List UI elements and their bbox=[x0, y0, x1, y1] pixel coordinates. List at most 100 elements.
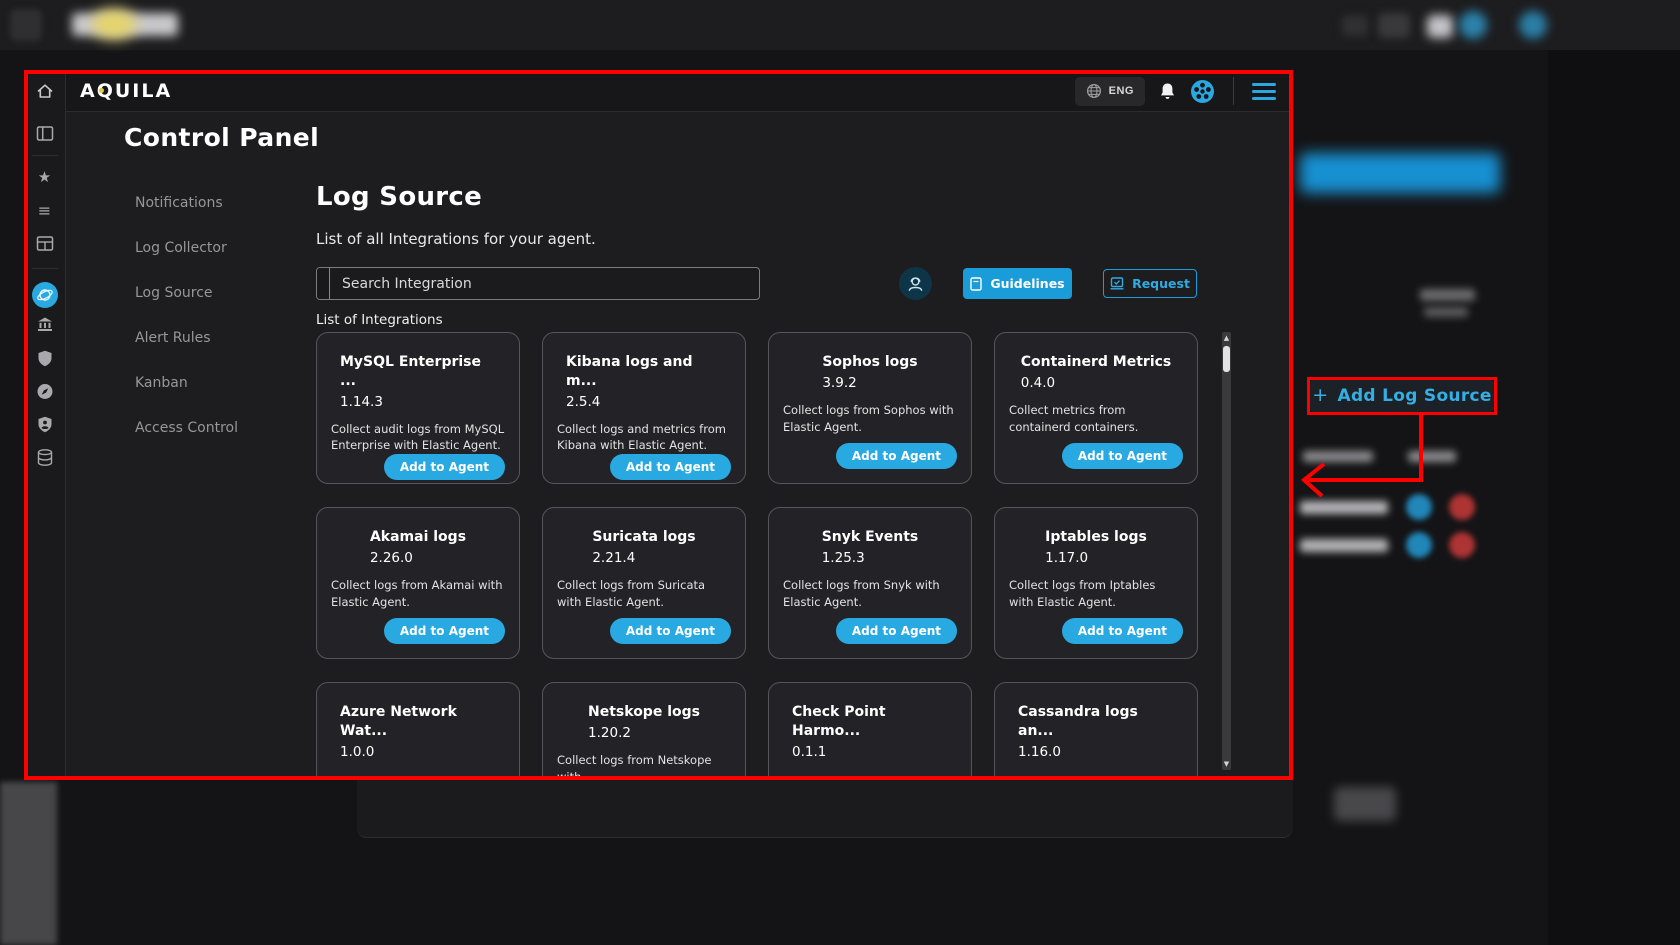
guidelines-label: Guidelines bbox=[990, 276, 1064, 291]
integration-title: Check Point Harmo... bbox=[792, 703, 948, 741]
integration-description: Collect metrics from containerd containe… bbox=[1009, 402, 1183, 435]
database-icon[interactable] bbox=[37, 449, 53, 466]
integration-description: Collect logs from Sophos with Elastic Ag… bbox=[783, 402, 957, 435]
rail-divider bbox=[32, 155, 58, 156]
request-icon bbox=[1110, 277, 1124, 290]
add-log-source-label: Add Log Source bbox=[1338, 386, 1492, 406]
apps-wheel-icon[interactable] bbox=[1190, 79, 1215, 104]
add-to-agent-button[interactable]: Add to Agent bbox=[1062, 443, 1183, 469]
integration-card: Containerd Metrics 0.4.0 Collect metrics… bbox=[994, 332, 1198, 484]
integration-version: 1.17.0 bbox=[1045, 550, 1147, 566]
nav-item[interactable]: Log Source bbox=[135, 270, 238, 315]
nav-item[interactable]: Kanban bbox=[135, 360, 238, 405]
integration-card-head: Netskope logs 1.20.2 bbox=[588, 703, 700, 741]
page: + Add Log Source AQUILA ENG bbox=[0, 0, 1680, 945]
background-delete-icon bbox=[1449, 494, 1475, 520]
integration-card: Akamai logs 2.26.0 Collect logs from Aka… bbox=[316, 507, 520, 659]
integration-card: Snyk Events 1.25.3 Collect logs from Sny… bbox=[768, 507, 972, 659]
section-title: Log Source bbox=[316, 182, 482, 212]
integration-card-head: Cassandra logs an... 1.16.0 bbox=[1018, 703, 1174, 760]
nav-item[interactable]: Access Control bbox=[135, 405, 238, 450]
add-log-source-button[interactable]: + Add Log Source bbox=[1310, 380, 1494, 412]
background-table-header bbox=[1303, 451, 1373, 462]
list-menu-icon[interactable]: ≡ bbox=[38, 203, 51, 219]
add-to-agent-button[interactable]: Add to Agent bbox=[836, 618, 957, 644]
background-left-sidebar bbox=[0, 782, 57, 945]
support-agent-button[interactable] bbox=[899, 267, 932, 300]
integration-card: Check Point Harmo... 0.1.1 Add to Agent bbox=[768, 682, 972, 780]
brand-logo: AQUILA bbox=[80, 80, 172, 102]
language-selector[interactable]: ENG bbox=[1075, 77, 1145, 106]
background-table-row bbox=[1300, 539, 1388, 552]
add-to-agent-button[interactable]: Add to Agent bbox=[384, 454, 505, 480]
search-integration-field bbox=[316, 267, 760, 300]
integration-version: 2.26.0 bbox=[370, 550, 466, 566]
favorites-star-icon[interactable]: ★ bbox=[38, 170, 51, 185]
background-avatar bbox=[1459, 11, 1487, 39]
organization-bank-icon[interactable] bbox=[36, 316, 53, 332]
language-label: ENG bbox=[1109, 85, 1134, 97]
table-layout-icon[interactable] bbox=[36, 236, 53, 251]
notifications-bell-icon[interactable] bbox=[1159, 82, 1176, 101]
integration-description: Collect logs and metrics from Kibana wit… bbox=[557, 421, 731, 454]
shield-icon[interactable] bbox=[37, 350, 52, 367]
integration-card-head: Azure Network Wat... 1.0.0 bbox=[340, 703, 496, 760]
add-to-agent-button[interactable]: Add to Agent bbox=[610, 454, 731, 480]
integration-version: 0.4.0 bbox=[1021, 375, 1172, 391]
background-table-header bbox=[1408, 451, 1456, 462]
nav-item-label: Access Control bbox=[135, 420, 238, 436]
integration-title: Sophos logs bbox=[822, 353, 917, 372]
search-input[interactable] bbox=[330, 268, 759, 299]
menu-hamburger-icon[interactable] bbox=[1252, 83, 1276, 100]
integration-title: Snyk Events bbox=[822, 528, 919, 547]
nav-item[interactable]: Alert Rules bbox=[135, 315, 238, 360]
request-label: Request bbox=[1132, 276, 1190, 291]
integration-card-head: Sophos logs 3.9.2 bbox=[822, 353, 917, 391]
integrations-grid: MySQL Enterprise ... 1.14.3 Collect audi… bbox=[316, 332, 1198, 780]
panels-icon[interactable] bbox=[36, 126, 53, 141]
integration-description: Collect logs from Netskope with bbox=[557, 752, 731, 780]
rail-divider bbox=[32, 268, 58, 269]
scrollbar-thumb[interactable] bbox=[1223, 346, 1230, 372]
home-icon[interactable] bbox=[36, 82, 54, 100]
integration-description: Collect audit logs from MySQL Enterprise… bbox=[331, 421, 505, 454]
nav-item[interactable]: Notifications bbox=[135, 180, 238, 225]
background-edit-icon bbox=[1406, 532, 1432, 558]
nav-item[interactable]: Log Collector bbox=[135, 225, 238, 270]
scroll-down-icon[interactable]: ▼ bbox=[1222, 759, 1231, 769]
integration-title: Azure Network Wat... bbox=[340, 703, 496, 741]
add-to-agent-button[interactable]: Add to Agent bbox=[836, 443, 957, 469]
add-to-agent-button[interactable]: Add to Agent bbox=[1062, 618, 1183, 644]
nav-item-label: Kanban bbox=[135, 375, 188, 391]
header-divider bbox=[1233, 77, 1234, 105]
integrations-list-label: List of Integrations bbox=[316, 312, 443, 328]
add-to-agent-button[interactable]: Add to Agent bbox=[610, 618, 731, 644]
scroll-up-icon[interactable]: ▲ bbox=[1222, 333, 1231, 343]
integration-description: Collect logs from Iptables with Elastic … bbox=[1009, 577, 1183, 610]
background-logo-accent bbox=[92, 9, 136, 39]
background-blurred-button bbox=[1334, 787, 1396, 821]
integration-card-head: Containerd Metrics 0.4.0 bbox=[1021, 353, 1172, 391]
integration-card: Iptables logs 1.17.0 Collect logs from I… bbox=[994, 507, 1198, 659]
integration-card: MySQL Enterprise ... 1.14.3 Collect audi… bbox=[316, 332, 520, 484]
integrations-scrollbar[interactable]: ▲ ▼ bbox=[1222, 332, 1231, 770]
compass-icon[interactable] bbox=[36, 383, 53, 400]
guidelines-button[interactable]: Guidelines bbox=[963, 268, 1072, 299]
identity-shield-icon[interactable] bbox=[37, 416, 52, 433]
background-topbar bbox=[0, 0, 1680, 50]
integrations-active-icon[interactable] bbox=[32, 282, 58, 308]
globe-icon bbox=[1086, 83, 1102, 99]
integration-version: 2.5.4 bbox=[566, 394, 722, 410]
background-panel-bottom bbox=[357, 780, 1293, 838]
integration-card: Sophos logs 3.9.2 Collect logs from Soph… bbox=[768, 332, 972, 484]
integration-description: Collect logs from Suricata with Elastic … bbox=[557, 577, 731, 610]
background-topbar-icon bbox=[1342, 15, 1368, 36]
add-to-agent-button[interactable]: Add to Agent bbox=[384, 618, 505, 644]
integration-version: 0.1.1 bbox=[792, 744, 948, 760]
request-button[interactable]: Request bbox=[1103, 269, 1197, 298]
integration-card-head: Suricata logs 2.21.4 bbox=[592, 528, 695, 566]
icon-rail: ★ ≡ bbox=[24, 70, 66, 780]
background-topbar-icon bbox=[1427, 15, 1453, 38]
guidelines-document-icon bbox=[970, 277, 982, 291]
support-agent-icon bbox=[906, 274, 925, 293]
